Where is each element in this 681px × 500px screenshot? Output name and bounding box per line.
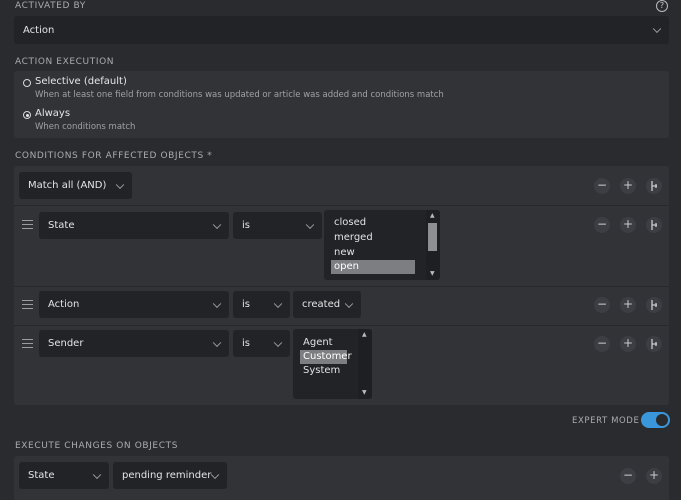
branch-icon: [651, 220, 657, 230]
radio-always-title: Always: [35, 108, 71, 119]
activated-by-select[interactable]: Action: [14, 16, 669, 44]
condition-value-select[interactable]: created: [293, 291, 361, 318]
scroll-down-icon[interactable]: ▼: [362, 390, 367, 396]
remove-button[interactable]: −: [594, 178, 610, 194]
add-subclause-button[interactable]: [646, 336, 662, 352]
condition-attribute-value: Sender: [48, 338, 84, 349]
option-customer[interactable]: Customer: [300, 350, 352, 364]
condition-operator-value: is: [242, 220, 250, 231]
option-new[interactable]: new: [334, 246, 355, 260]
option-agent[interactable]: Agent: [303, 336, 333, 350]
drag-handle-icon[interactable]: [22, 300, 33, 311]
branch-icon: [651, 300, 657, 310]
option-open[interactable]: open: [331, 260, 415, 274]
execute-value-select[interactable]: pending reminder: [113, 462, 227, 489]
condition-operator-select[interactable]: is: [233, 212, 322, 239]
radio-selective-title: Selective (default): [35, 76, 127, 87]
radio-icon[interactable]: [23, 79, 31, 87]
execute-attribute-value: State: [28, 470, 55, 481]
condition-attribute-value: State: [48, 220, 75, 231]
remove-button[interactable]: −: [594, 217, 610, 233]
add-subclause-button[interactable]: [646, 178, 662, 194]
option-merged[interactable]: merged: [334, 231, 373, 245]
scroll-up-icon[interactable]: ▲: [362, 332, 367, 338]
condition-attribute-select[interactable]: Action: [39, 291, 229, 318]
condition-operator-value: is: [242, 338, 250, 349]
state-multiselect[interactable]: closed merged new open ▲ ▼: [324, 210, 440, 280]
scrollbar-thumb[interactable]: [428, 223, 437, 251]
option-closed[interactable]: closed: [334, 216, 366, 230]
add-button[interactable]: +: [620, 178, 636, 194]
activated-by-value: Action: [23, 24, 55, 36]
sender-multiselect[interactable]: Agent Customer System ▲ ▼: [293, 329, 372, 399]
remove-button[interactable]: −: [620, 468, 636, 484]
drag-handle-icon[interactable]: [22, 339, 33, 350]
chevron-down-icon: [210, 470, 220, 479]
match-operator-value: Match all (AND): [28, 180, 107, 191]
help-icon[interactable]: ?: [656, 0, 668, 12]
condition-operator-value: is: [242, 299, 250, 310]
expert-mode-label: EXPERT MODE: [572, 416, 640, 426]
chevron-down-icon: [273, 299, 283, 308]
option-system[interactable]: System: [303, 364, 340, 378]
remove-button[interactable]: −: [594, 336, 610, 352]
condition-attribute-select[interactable]: Sender: [39, 330, 229, 357]
execute-changes-label: EXECUTE CHANGES ON OBJECTS: [15, 441, 179, 451]
add-button[interactable]: +: [620, 336, 636, 352]
branch-icon: [651, 181, 657, 191]
condition-attribute-select[interactable]: State: [39, 212, 229, 239]
remove-button[interactable]: −: [594, 297, 610, 313]
chevron-down-icon: [212, 338, 222, 347]
drag-handle-icon[interactable]: [22, 220, 33, 231]
chevron-down-icon: [344, 299, 354, 308]
chevron-down-icon: [305, 220, 315, 229]
add-button[interactable]: +: [620, 217, 636, 233]
execute-attribute-select[interactable]: State: [19, 462, 109, 489]
scroll-up-icon[interactable]: ▲: [430, 213, 435, 219]
chevron-down-icon: [92, 470, 102, 479]
condition-attribute-value: Action: [48, 299, 80, 310]
branch-icon: [651, 339, 657, 349]
chevron-down-icon: [115, 180, 125, 189]
chevron-down-icon: [212, 220, 222, 229]
scroll-down-icon[interactable]: ▼: [430, 271, 435, 277]
add-subclause-button[interactable]: [646, 217, 662, 233]
add-button[interactable]: +: [646, 468, 662, 484]
add-button[interactable]: +: [620, 297, 636, 313]
action-execution-label: ACTION EXECUTION: [15, 57, 115, 67]
radio-selective-description: When at least one field from conditions …: [35, 90, 444, 100]
conditions-label: CONDITIONS FOR AFFECTED OBJECTS *: [15, 151, 213, 161]
match-operator-select[interactable]: Match all (AND): [19, 172, 132, 199]
expert-mode-toggle[interactable]: [641, 412, 670, 428]
add-subclause-button[interactable]: [646, 297, 662, 313]
chevron-down-icon: [212, 299, 222, 308]
chevron-down-icon: [652, 24, 662, 34]
execute-value: pending reminder: [122, 470, 212, 481]
condition-value: created: [302, 299, 341, 310]
activated-by-label: ACTIVATED BY: [15, 1, 86, 11]
condition-operator-select[interactable]: is: [233, 330, 290, 357]
radio-always-description: When conditions match: [35, 122, 136, 132]
condition-operator-select[interactable]: is: [233, 291, 290, 318]
chevron-down-icon: [273, 338, 283, 347]
radio-checked-icon[interactable]: [23, 111, 31, 119]
